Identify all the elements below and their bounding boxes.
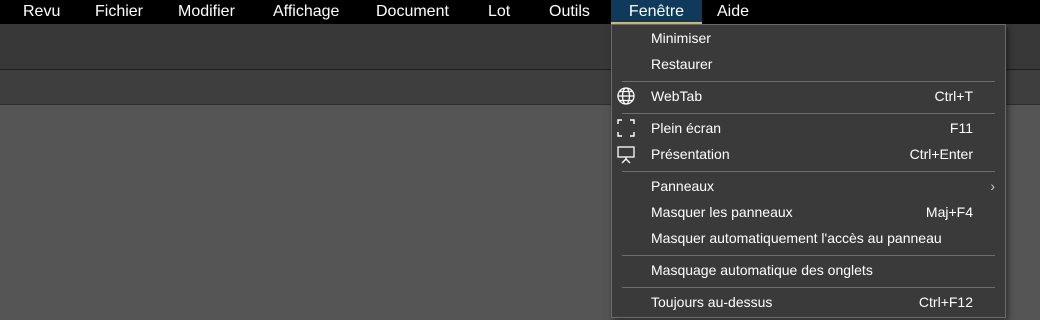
menu-outils[interactable]: Outils [549, 0, 590, 24]
menu-item-label: Masquage automatique des onglets [651, 262, 873, 278]
menu-separator [622, 287, 995, 288]
menu-item-masquer-panneaux[interactable]: Masquer les panneaux Maj+F4 [612, 199, 1005, 225]
menu-revu[interactable]: Revu [23, 0, 60, 24]
menu-bar: Revu Fichier Modifier Affichage Document… [0, 0, 1040, 24]
menu-document[interactable]: Document [376, 0, 449, 24]
menu-item-label: Restaurer [651, 56, 713, 72]
menu-item-plein-ecran[interactable]: Plein écran F11 [612, 115, 1005, 141]
app-window: Revu Fichier Modifier Affichage Document… [0, 0, 1040, 320]
window-menu-dropdown: Minimiser Restaurer WebTab Ctrl+T Plein … [611, 24, 1006, 318]
menu-aide[interactable]: Aide [717, 0, 749, 24]
menu-separator [622, 171, 995, 172]
menu-item-shortcut: F11 [949, 120, 973, 136]
menu-item-label: Présentation [651, 146, 730, 162]
chevron-right-icon: › [990, 178, 995, 194]
menu-affichage[interactable]: Affichage [273, 0, 339, 24]
menu-separator [622, 81, 995, 82]
menu-item-shortcut: Ctrl+Enter [909, 146, 973, 162]
menu-separator [622, 113, 995, 114]
menu-lot[interactable]: Lot [488, 0, 510, 24]
menu-item-minimiser[interactable]: Minimiser [612, 25, 1005, 51]
menu-item-shortcut: Ctrl+T [934, 88, 974, 104]
presentation-icon [616, 144, 636, 164]
fullscreen-icon [616, 118, 636, 138]
menu-modifier[interactable]: Modifier [178, 0, 235, 24]
menu-item-presentation[interactable]: Présentation Ctrl+Enter [612, 141, 1005, 167]
menu-item-restaurer[interactable]: Restaurer [612, 51, 1005, 77]
menu-separator [622, 255, 995, 256]
menu-fichier[interactable]: Fichier [95, 0, 143, 24]
menu-item-panneaux[interactable]: Panneaux › [612, 173, 1005, 199]
menu-item-shortcut: Ctrl+F12 [918, 294, 973, 310]
menu-item-label: Toujours au-dessus [651, 294, 773, 310]
menu-item-toujours-au-dessus[interactable]: Toujours au-dessus Ctrl+F12 [612, 289, 1005, 315]
menu-item-label: Plein écran [651, 120, 722, 136]
menu-item-masquage-onglets[interactable]: Masquage automatique des onglets [612, 257, 1005, 283]
menu-item-shortcut: Maj+F4 [925, 204, 973, 220]
globe-icon [616, 86, 636, 106]
menu-item-label: WebTab [651, 88, 703, 104]
menu-fenetre[interactable]: Fenêtre [611, 0, 702, 24]
menu-item-label: Masquer automatiquement l'accès au panne… [651, 230, 942, 246]
menu-item-label: Masquer les panneaux [651, 204, 793, 220]
menu-item-label: Minimiser [651, 30, 711, 46]
menu-item-masquer-acces-panneau[interactable]: Masquer automatiquement l'accès au panne… [612, 225, 1005, 251]
menu-item-label: Panneaux [651, 178, 715, 194]
menu-item-webtab[interactable]: WebTab Ctrl+T [612, 83, 1005, 109]
